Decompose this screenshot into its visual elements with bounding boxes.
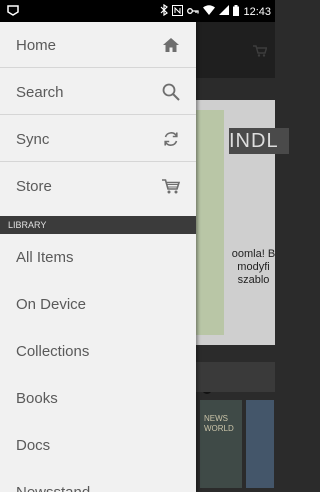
- navigation-drawer: Home Search Sync Store LIBRARY All Items…: [0, 22, 196, 492]
- library-header-label: LIBRARY: [8, 220, 47, 230]
- background-book-row: NEWS WORLD: [196, 400, 275, 492]
- bluetooth-icon: [160, 3, 169, 19]
- library-item-books[interactable]: Books: [0, 375, 196, 422]
- background-featured-panel: INDL oomla! B modyfi szablo K ✓: [196, 100, 289, 399]
- app-notification-icon: [6, 3, 20, 17]
- search-icon: [161, 82, 181, 102]
- nav-item-label: Home: [16, 37, 57, 54]
- background-band: [196, 362, 275, 392]
- nav-item-label: Sync: [16, 131, 50, 148]
- background-book-thumbnail: [246, 400, 274, 488]
- library-item-label: Books: [16, 390, 58, 407]
- vpn-key-icon: [187, 6, 200, 18]
- nfc-icon: [172, 4, 184, 19]
- background-app: INDL oomla! B modyfi szablo K ✓ NEWS WOR…: [196, 22, 289, 492]
- library-item-all-items[interactable]: All Items: [0, 234, 196, 281]
- library-item-label: Newsstand: [16, 484, 90, 492]
- background-book-cover: [196, 110, 224, 335]
- nav-item-sync[interactable]: Sync: [0, 116, 196, 162]
- status-bar: 12:43: [0, 0, 275, 22]
- library-item-label: All Items: [16, 249, 74, 266]
- sync-icon: [161, 129, 181, 149]
- home-icon: [161, 35, 181, 55]
- status-icons: 12:43: [160, 3, 271, 19]
- library-item-on-device[interactable]: On Device: [0, 281, 196, 328]
- cart-icon: [161, 176, 181, 196]
- library-item-collections[interactable]: Collections: [0, 328, 196, 375]
- background-cart-icon: [253, 44, 268, 57]
- clock: 12:43: [243, 5, 271, 18]
- library-section-header: LIBRARY: [0, 216, 196, 234]
- background-book-text: NEWS WORLD: [204, 414, 234, 433]
- library-item-newsstand[interactable]: Newsstand: [0, 469, 196, 492]
- signal-icon: [219, 5, 230, 18]
- nav-item-store[interactable]: Store: [0, 163, 196, 216]
- nav-item-label: Search: [16, 84, 64, 101]
- background-hero-text: oomla! B modyfi szablo: [231, 248, 276, 286]
- battery-icon: [233, 4, 240, 19]
- nav-item-home[interactable]: Home: [0, 22, 196, 68]
- background-hero-title: INDL: [229, 128, 289, 154]
- library-item-docs[interactable]: Docs: [0, 422, 196, 469]
- library-item-label: Docs: [16, 437, 51, 454]
- background-toolbar: [196, 22, 275, 78]
- wifi-icon: [203, 5, 216, 18]
- nav-item-search[interactable]: Search: [0, 69, 196, 115]
- background-book-thumbnail: NEWS WORLD: [200, 400, 242, 488]
- library-item-label: On Device: [16, 296, 87, 313]
- nav-item-label: Store: [16, 178, 52, 195]
- library-item-label: Collections: [16, 343, 90, 360]
